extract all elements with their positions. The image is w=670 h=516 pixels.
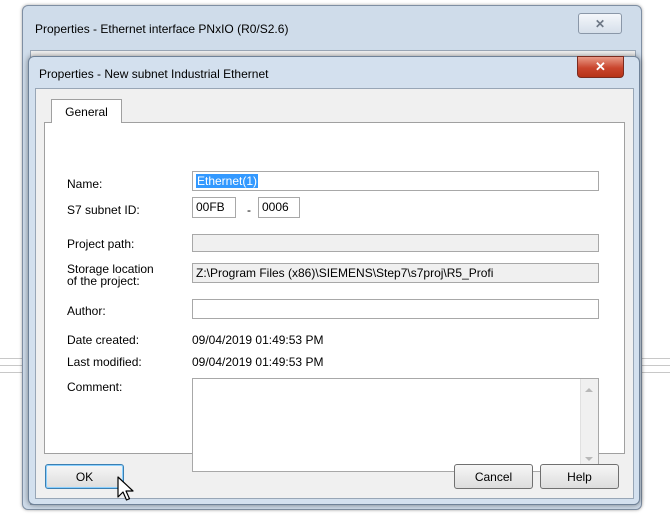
mouse-cursor-icon bbox=[117, 476, 134, 501]
storage-location-field: Z:\Program Files (x86)\SIEMENS\Step7\s7p… bbox=[192, 263, 599, 283]
subnet-id-label: S7 subnet ID: bbox=[67, 203, 140, 217]
subnet-id-field-1[interactable]: 00FB bbox=[192, 197, 236, 218]
cancel-button[interactable]: Cancel bbox=[454, 464, 533, 489]
author-input[interactable] bbox=[192, 299, 599, 319]
close-icon: ✕ bbox=[594, 16, 606, 31]
close-icon: ✕ bbox=[595, 59, 606, 74]
background-line bbox=[0, 365, 22, 366]
name-label: Name: bbox=[67, 177, 103, 191]
outer-dialog-title: Properties - Ethernet interface PNxIO (R… bbox=[35, 22, 289, 36]
background-line bbox=[0, 372, 22, 373]
background-line bbox=[0, 358, 22, 359]
date-created-value: 09/04/2019 01:49:53 PM bbox=[192, 333, 324, 347]
tab-general[interactable]: General bbox=[51, 99, 122, 123]
last-modified-label: Last modified: bbox=[67, 355, 142, 369]
storage-location-label-line2: of the project: bbox=[67, 274, 140, 288]
help-button[interactable]: Help bbox=[540, 464, 619, 489]
author-label: Author: bbox=[67, 304, 106, 318]
last-modified-value: 09/04/2019 01:49:53 PM bbox=[192, 355, 324, 369]
scroll-up-icon[interactable] bbox=[585, 388, 593, 392]
background-line bbox=[640, 365, 670, 366]
name-input[interactable]: Ethernet(1) bbox=[192, 171, 599, 191]
comment-textarea[interactable] bbox=[192, 378, 599, 472]
project-path-label: Project path: bbox=[67, 237, 135, 251]
name-value: Ethernet(1) bbox=[196, 174, 259, 188]
date-created-label: Date created: bbox=[67, 333, 140, 347]
comment-label: Comment: bbox=[67, 380, 123, 394]
subnet-properties-dialog: Properties - New subnet Industrial Ether… bbox=[28, 56, 640, 505]
outer-close-button[interactable]: ✕ bbox=[578, 13, 622, 34]
ok-button[interactable]: OK bbox=[45, 464, 124, 489]
comment-scrollbar[interactable] bbox=[580, 379, 598, 471]
scroll-down-icon[interactable] bbox=[585, 457, 593, 461]
background-line bbox=[640, 358, 670, 359]
dialog-title: Properties - New subnet Industrial Ether… bbox=[39, 67, 269, 81]
background-line bbox=[640, 372, 670, 373]
subnet-id-field-2[interactable]: 0006 bbox=[258, 197, 300, 218]
dialog-client: General Name: Ethernet(1) S7 subnet ID: … bbox=[35, 88, 634, 499]
close-button[interactable]: ✕ bbox=[577, 56, 624, 78]
project-path-field bbox=[192, 234, 599, 252]
general-tab-panel: Name: Ethernet(1) S7 subnet ID: 00FB - 0… bbox=[44, 122, 625, 472]
subnet-id-separator: - bbox=[247, 203, 251, 217]
